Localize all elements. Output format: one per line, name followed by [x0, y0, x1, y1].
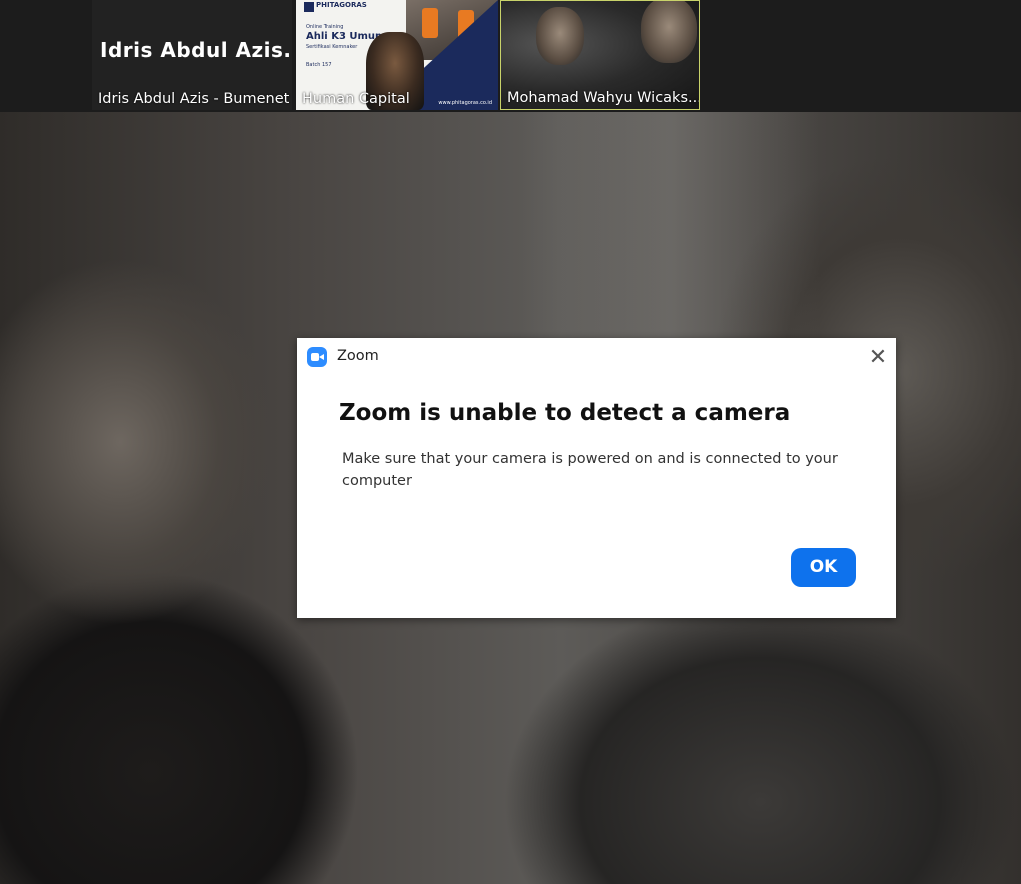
participant-thumbnail-strip: Idris Abdul Azis... Idris Abdul Azis - B… — [0, 0, 1021, 112]
dialog-titlebar: Zoom ✕ — [297, 338, 896, 376]
dialog-heading: Zoom is unable to detect a camera — [339, 400, 791, 426]
poster-website: www.phitagoras.co.id — [438, 100, 492, 106]
close-icon[interactable]: ✕ — [866, 346, 890, 370]
participant-avatar-name: Idris Abdul Azis... — [100, 38, 292, 62]
poster-batch: Batch 157 — [306, 62, 332, 68]
participant-tile-mohamad[interactable]: Mohamad Wahyu Wicaks... — [500, 0, 700, 110]
poster-line: Sertifikasi Kemnaker — [306, 44, 358, 50]
participant-name-label: Human Capital — [302, 91, 410, 107]
poster-logo-icon — [304, 2, 314, 12]
dialog-message: Make sure that your camera is powered on… — [342, 451, 838, 489]
participant-name-label: Mohamad Wahyu Wicaks... — [507, 90, 700, 106]
poster-brand: PHITAGORAS — [316, 1, 367, 9]
participant-video-face — [536, 7, 584, 65]
dialog-app-title: Zoom — [337, 348, 379, 364]
no-camera-dialog: Zoom ✕ Zoom is unable to detect a camera… — [297, 338, 896, 618]
zoom-logo-icon — [307, 347, 327, 367]
participant-tile-idris[interactable]: Idris Abdul Azis... Idris Abdul Azis - B… — [92, 0, 292, 110]
participant-name-label: Idris Abdul Azis - Bumenet — [98, 91, 290, 107]
poster-line: Online Training — [306, 24, 344, 30]
ok-button[interactable]: OK — [791, 548, 856, 587]
participant-video-face — [641, 1, 697, 63]
participant-tile-human-capital[interactable]: PHITAGORAS Online Training Ahli K3 Umum … — [296, 0, 498, 110]
